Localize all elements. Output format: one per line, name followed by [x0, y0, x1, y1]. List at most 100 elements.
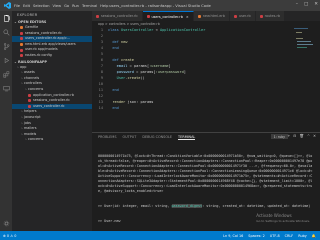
- activation-watermark: Activate Windows Go to Settings to activ…: [256, 213, 310, 223]
- status-item[interactable]: CRLF: [285, 234, 294, 238]
- editor-tab[interactable]: users_controller.rb ×: [142, 11, 194, 21]
- status-problems[interactable]: ⊗ 0 ⚠ 0: [3, 234, 16, 238]
- code-token: def: [112, 40, 121, 44]
- menu-item-run[interactable]: Run: [72, 4, 79, 8]
- menu-item-help[interactable]: Help: [100, 4, 108, 8]
- search-icon[interactable]: [2, 28, 10, 36]
- gear-icon[interactable]: [2, 219, 10, 227]
- status-item[interactable]: 🔔: [312, 234, 316, 238]
- minimap[interactable]: [294, 27, 316, 87]
- file-icon: [20, 37, 23, 41]
- file-icon: [20, 54, 23, 58]
- source-control-icon[interactable]: [2, 42, 10, 50]
- code-token: password: [116, 70, 134, 74]
- project-tree: › app › assets › channels › controllers › concern…: [12, 65, 92, 143]
- files-icon[interactable]: [2, 14, 10, 22]
- code-token: = params[: [133, 70, 156, 74]
- run-debug-icon[interactable]: [2, 56, 10, 64]
- code-token: = params[: [127, 64, 150, 68]
- terminal-highlight: password_digest: [171, 204, 203, 208]
- code-line: 14 end: [92, 105, 320, 111]
- explorer-sidebar: EXPLORER ⌄ OPEN EDITORS Gemfile sessions_…: [12, 11, 92, 231]
- minimize-button[interactable]: –: [296, 2, 298, 7]
- menu-item-selection[interactable]: Selection: [33, 4, 50, 8]
- line-number: 14: [98, 106, 103, 110]
- file-icon: [20, 48, 23, 52]
- folder-item[interactable]: › concerns: [12, 137, 92, 143]
- panel-tab-output[interactable]: OUTPUT: [123, 135, 137, 139]
- tab-label: sessions_controller.rb: [101, 14, 138, 18]
- code-token: email: [116, 64, 128, 68]
- panel-tab-debug-console[interactable]: DEBUG CONSOLE: [142, 135, 172, 139]
- line-text: end: [108, 45, 119, 51]
- file-icon: [28, 105, 31, 109]
- editor-tab[interactable]: user.rb: [229, 11, 256, 21]
- maximize-button[interactable]: □: [304, 2, 308, 7]
- status-item[interactable]: Ruby: [298, 234, 307, 238]
- new-terminal-button[interactable]: +: [287, 134, 290, 138]
- terminal-select[interactable]: 1: ruby: [270, 134, 288, 139]
- split-terminal-button[interactable]: ⊟: [293, 134, 296, 138]
- menu-item-terminal[interactable]: Terminal: [82, 4, 97, 8]
- file-icon: [20, 43, 23, 47]
- activity-bar: [0, 11, 12, 231]
- file-label: routes.rb config: [25, 52, 52, 57]
- code-token: create: [120, 58, 134, 62]
- close-button[interactable]: ✕: [314, 2, 318, 7]
- tab-label: user.rb: [238, 14, 251, 18]
- menu-item-edit[interactable]: Edit: [23, 4, 30, 8]
- line-text: end: [108, 105, 119, 111]
- tree-label: users_controller.rb: [33, 103, 65, 108]
- menu-item-go[interactable]: Go: [64, 4, 69, 8]
- file-icon: [259, 14, 263, 18]
- status-item[interactable]: UTF-8: [270, 234, 280, 238]
- terminal-line: 0000000014971b75, @lock=#<Thread::Condit…: [98, 154, 313, 193]
- panel-actions: + ⊟ 🗑 ^ ✕: [287, 134, 316, 138]
- kill-terminal-button[interactable]: 🗑: [299, 134, 304, 138]
- menu-item-file[interactable]: File: [14, 4, 20, 8]
- editor-tab[interactable]: sessions_controller.rb: [92, 11, 143, 21]
- code-token: def: [112, 58, 121, 62]
- close-panel-button[interactable]: ✕: [313, 134, 316, 138]
- vscode-logo-icon: [3, 2, 11, 9]
- file-icon: [146, 15, 150, 18]
- file-icon: [20, 31, 23, 35]
- code-token: ApplicationController: [159, 28, 206, 32]
- file-icon: [20, 26, 23, 30]
- file-icon: [96, 14, 99, 18]
- panel-tab-problems[interactable]: PROBLEMS: [98, 135, 117, 139]
- maximize-panel-button[interactable]: ^: [307, 134, 310, 138]
- file-icon: [197, 14, 201, 18]
- code-token: :userpassword: [155, 70, 184, 74]
- file-icon: [28, 99, 31, 103]
- code-token: end: [112, 46, 119, 50]
- menu-bar: File Edit Selection View Go Run Terminal Help: [14, 4, 108, 8]
- editor-tab[interactable]: new.html.erb: [193, 11, 230, 21]
- window-controls: – □ ✕: [296, 2, 318, 7]
- file-icon: [28, 93, 31, 97]
- code-token: json: params: [127, 100, 154, 104]
- tab-label: users_controller.rb: [151, 14, 183, 19]
- terminal-output[interactable]: 0000000014971b75, @lock=#<Thread::Condit…: [92, 141, 320, 240]
- terminal-line: >> User(id: integer, email: string, pass…: [98, 204, 311, 208]
- status-item[interactable]: Ln 9, Col 16: [223, 234, 243, 238]
- editor-tab[interactable]: routes.rb: [255, 11, 285, 21]
- code-token: class: [108, 28, 121, 32]
- code-token: ]: [168, 64, 171, 68]
- close-icon[interactable]: ×: [186, 15, 189, 19]
- open-editors-list: Gemfile sessions_controller.rb users_contr…: [12, 25, 92, 59]
- code-token: User: [116, 76, 126, 80]
- panel-tab-terminal[interactable]: TERMINAL: [178, 135, 196, 140]
- extensions-icon[interactable]: [2, 70, 10, 78]
- menu-item-view[interactable]: View: [53, 4, 62, 8]
- tab-label: routes.rb: [264, 14, 280, 18]
- remote-icon[interactable]: [2, 84, 10, 92]
- status-item[interactable]: Spaces: 2: [248, 234, 264, 238]
- title-bar: File Edit Selection View Go Run Terminal Help u…: [0, 0, 320, 11]
- code-token: render: [112, 100, 128, 104]
- line-text: User.create(): [108, 75, 145, 81]
- tab-label: new.html.erb: [202, 14, 225, 18]
